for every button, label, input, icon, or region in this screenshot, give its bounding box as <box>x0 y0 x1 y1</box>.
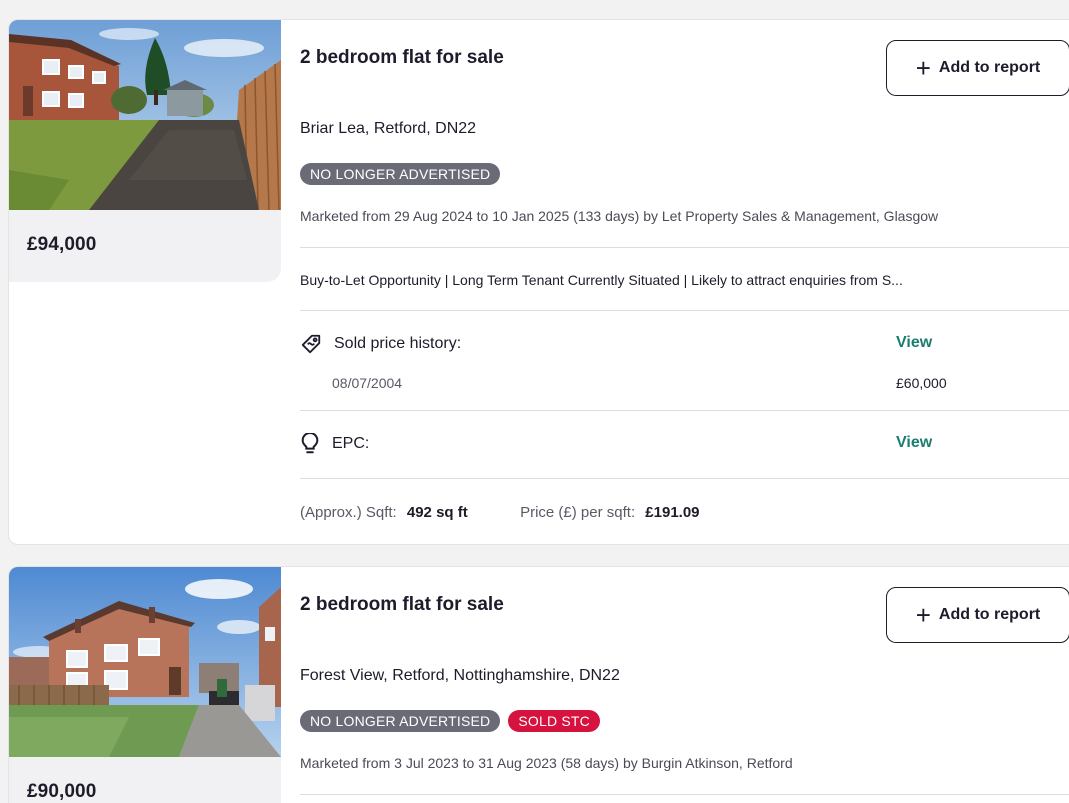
plus-icon: + <box>915 53 931 83</box>
price-per-sqft-value: £191.09 <box>645 504 700 521</box>
results-page: £94,000 2 bedroom flat for sale + Add to… <box>0 0 1069 803</box>
status-badges: NO LONGER ADVERTISED <box>300 163 501 185</box>
listing-summary: Buy-to-Let Opportunity | Long Term Tenan… <box>300 272 903 288</box>
listing-address: Briar Lea, Retford, DN22 <box>300 120 477 137</box>
sold-date: 08/07/2004 <box>332 375 403 391</box>
listing-card[interactable]: £94,000 2 bedroom flat for sale + Add to… <box>8 19 1069 545</box>
divider <box>300 247 1069 248</box>
epc-label: EPC: <box>300 433 369 455</box>
lightbulb-icon <box>301 433 319 454</box>
status-badge-no-longer-advertised: NO LONGER ADVERTISED <box>300 710 501 732</box>
listing-media: £90,000 <box>9 567 281 803</box>
property-photo[interactable] <box>9 20 281 210</box>
divider <box>300 310 1069 311</box>
marketed-info: Marketed from 29 Aug 2024 to 10 Jan 2025… <box>300 208 939 224</box>
property-photo[interactable] <box>9 567 281 757</box>
add-to-report-label: Add to report <box>938 606 1041 623</box>
status-badge-no-longer-advertised: NO LONGER ADVERTISED <box>300 163 501 185</box>
price-per-sqft-label: Price (£) per sqft: <box>520 504 636 521</box>
add-to-report-label: Add to report <box>938 59 1041 76</box>
add-to-report-button[interactable]: + Add to report <box>886 40 1069 96</box>
sold-price-history-text: Sold price history: <box>334 335 462 352</box>
sqft-row: (Approx.) Sqft: 492 sq ft Price (£) per … <box>300 504 700 521</box>
divider <box>300 794 1069 795</box>
listing-title[interactable]: 2 bedroom flat for sale <box>300 594 504 616</box>
epc-text: EPC: <box>332 435 370 452</box>
listing-card[interactable]: £90,000 2 bedroom flat for sale + Add to… <box>8 566 1069 803</box>
add-to-report-button[interactable]: + Add to report <box>886 587 1069 643</box>
listing-title[interactable]: 2 bedroom flat for sale <box>300 47 504 69</box>
divider <box>300 410 1069 411</box>
listing-price: £94,000 <box>27 234 97 255</box>
listing-media: £94,000 <box>9 20 281 282</box>
epc-view-link[interactable]: View <box>896 434 932 452</box>
divider <box>300 478 1069 479</box>
status-badges: NO LONGER ADVERTISED SOLD STC <box>300 710 600 732</box>
marketed-info: Marketed from 3 Jul 2023 to 31 Aug 2023 … <box>300 755 793 771</box>
sqft-value: 492 sq ft <box>406 504 468 521</box>
sold-price: £60,000 <box>896 375 947 391</box>
listing-price: £90,000 <box>27 781 97 802</box>
plus-icon: + <box>915 600 931 630</box>
price-tag-icon <box>301 334 321 354</box>
listing-address: Forest View, Retford, Nottinghamshire, D… <box>300 667 620 684</box>
sold-price-history-label: Sold price history: <box>300 333 461 355</box>
sqft-label: (Approx.) Sqft: <box>300 504 397 521</box>
sold-price-history-view-link[interactable]: View <box>896 334 932 352</box>
status-badge-sold-stc: SOLD STC <box>508 710 600 732</box>
